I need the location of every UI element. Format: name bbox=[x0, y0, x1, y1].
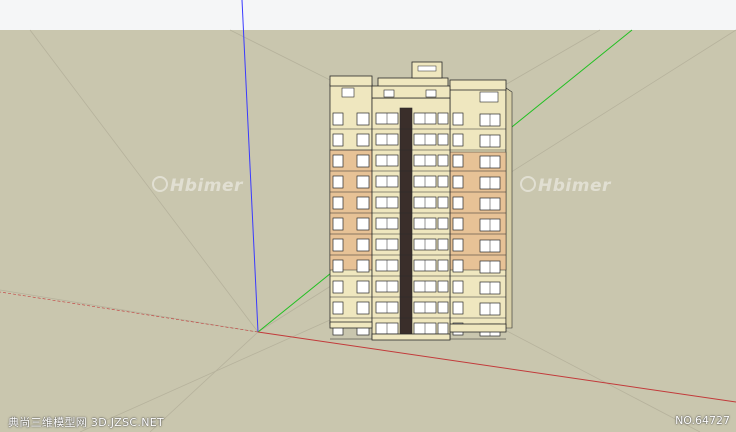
right-base bbox=[449, 323, 507, 333]
window bbox=[332, 175, 344, 189]
blue-axis bbox=[241, 0, 259, 333]
window bbox=[383, 89, 395, 98]
window bbox=[479, 91, 499, 103]
window bbox=[356, 154, 370, 168]
window bbox=[425, 89, 437, 98]
window bbox=[332, 154, 344, 168]
watermark-left: Hbimer bbox=[152, 176, 243, 196]
window bbox=[437, 112, 449, 125]
window bbox=[452, 217, 464, 231]
logo-icon bbox=[152, 176, 168, 192]
red-axis-negative bbox=[0, 291, 259, 333]
window bbox=[332, 301, 344, 315]
left-base bbox=[329, 321, 373, 329]
window bbox=[332, 280, 344, 294]
window bbox=[437, 301, 449, 314]
window bbox=[356, 238, 370, 252]
right-side-face bbox=[505, 87, 513, 329]
window bbox=[356, 259, 370, 273]
scene-canvas[interactable] bbox=[0, 0, 736, 432]
window bbox=[332, 133, 344, 147]
window bbox=[452, 112, 464, 126]
model-number: NO.64727 bbox=[675, 414, 730, 427]
window bbox=[332, 217, 344, 231]
window bbox=[437, 133, 449, 146]
left-parapet bbox=[329, 75, 373, 87]
window bbox=[356, 280, 370, 294]
center-base bbox=[371, 333, 451, 341]
window bbox=[452, 133, 464, 147]
window bbox=[332, 259, 344, 273]
window bbox=[437, 196, 449, 209]
window bbox=[356, 133, 370, 147]
watermark-right: Hbimer bbox=[520, 176, 611, 196]
stair-window-strip bbox=[399, 107, 413, 339]
window bbox=[452, 238, 464, 252]
window bbox=[437, 217, 449, 230]
logo-icon bbox=[520, 176, 536, 192]
window bbox=[452, 175, 464, 189]
roof-stair-window bbox=[417, 65, 437, 72]
window bbox=[437, 154, 449, 167]
window bbox=[452, 196, 464, 210]
window bbox=[437, 280, 449, 293]
window bbox=[437, 322, 449, 335]
building-model[interactable] bbox=[329, 61, 513, 341]
window bbox=[341, 87, 355, 98]
window bbox=[332, 112, 344, 126]
left-accent-band bbox=[329, 149, 373, 271]
window bbox=[332, 238, 344, 252]
window bbox=[356, 196, 370, 210]
red-axis bbox=[257, 331, 736, 403]
window bbox=[452, 259, 464, 273]
site-watermark-text: 典尚三维模型网 3D.JZSC.NET bbox=[8, 416, 164, 429]
window bbox=[356, 175, 370, 189]
window bbox=[437, 238, 449, 251]
window bbox=[332, 196, 344, 210]
model-viewport[interactable]: Hbimer Hbimer 典尚三维模型网 3D.JZSC.NET NO.647… bbox=[0, 0, 736, 432]
window bbox=[356, 217, 370, 231]
window bbox=[356, 301, 370, 315]
window bbox=[437, 259, 449, 272]
window bbox=[452, 301, 464, 315]
right-parapet bbox=[449, 79, 507, 91]
window bbox=[452, 154, 464, 168]
window bbox=[452, 280, 464, 294]
window bbox=[356, 112, 370, 126]
window bbox=[437, 175, 449, 188]
